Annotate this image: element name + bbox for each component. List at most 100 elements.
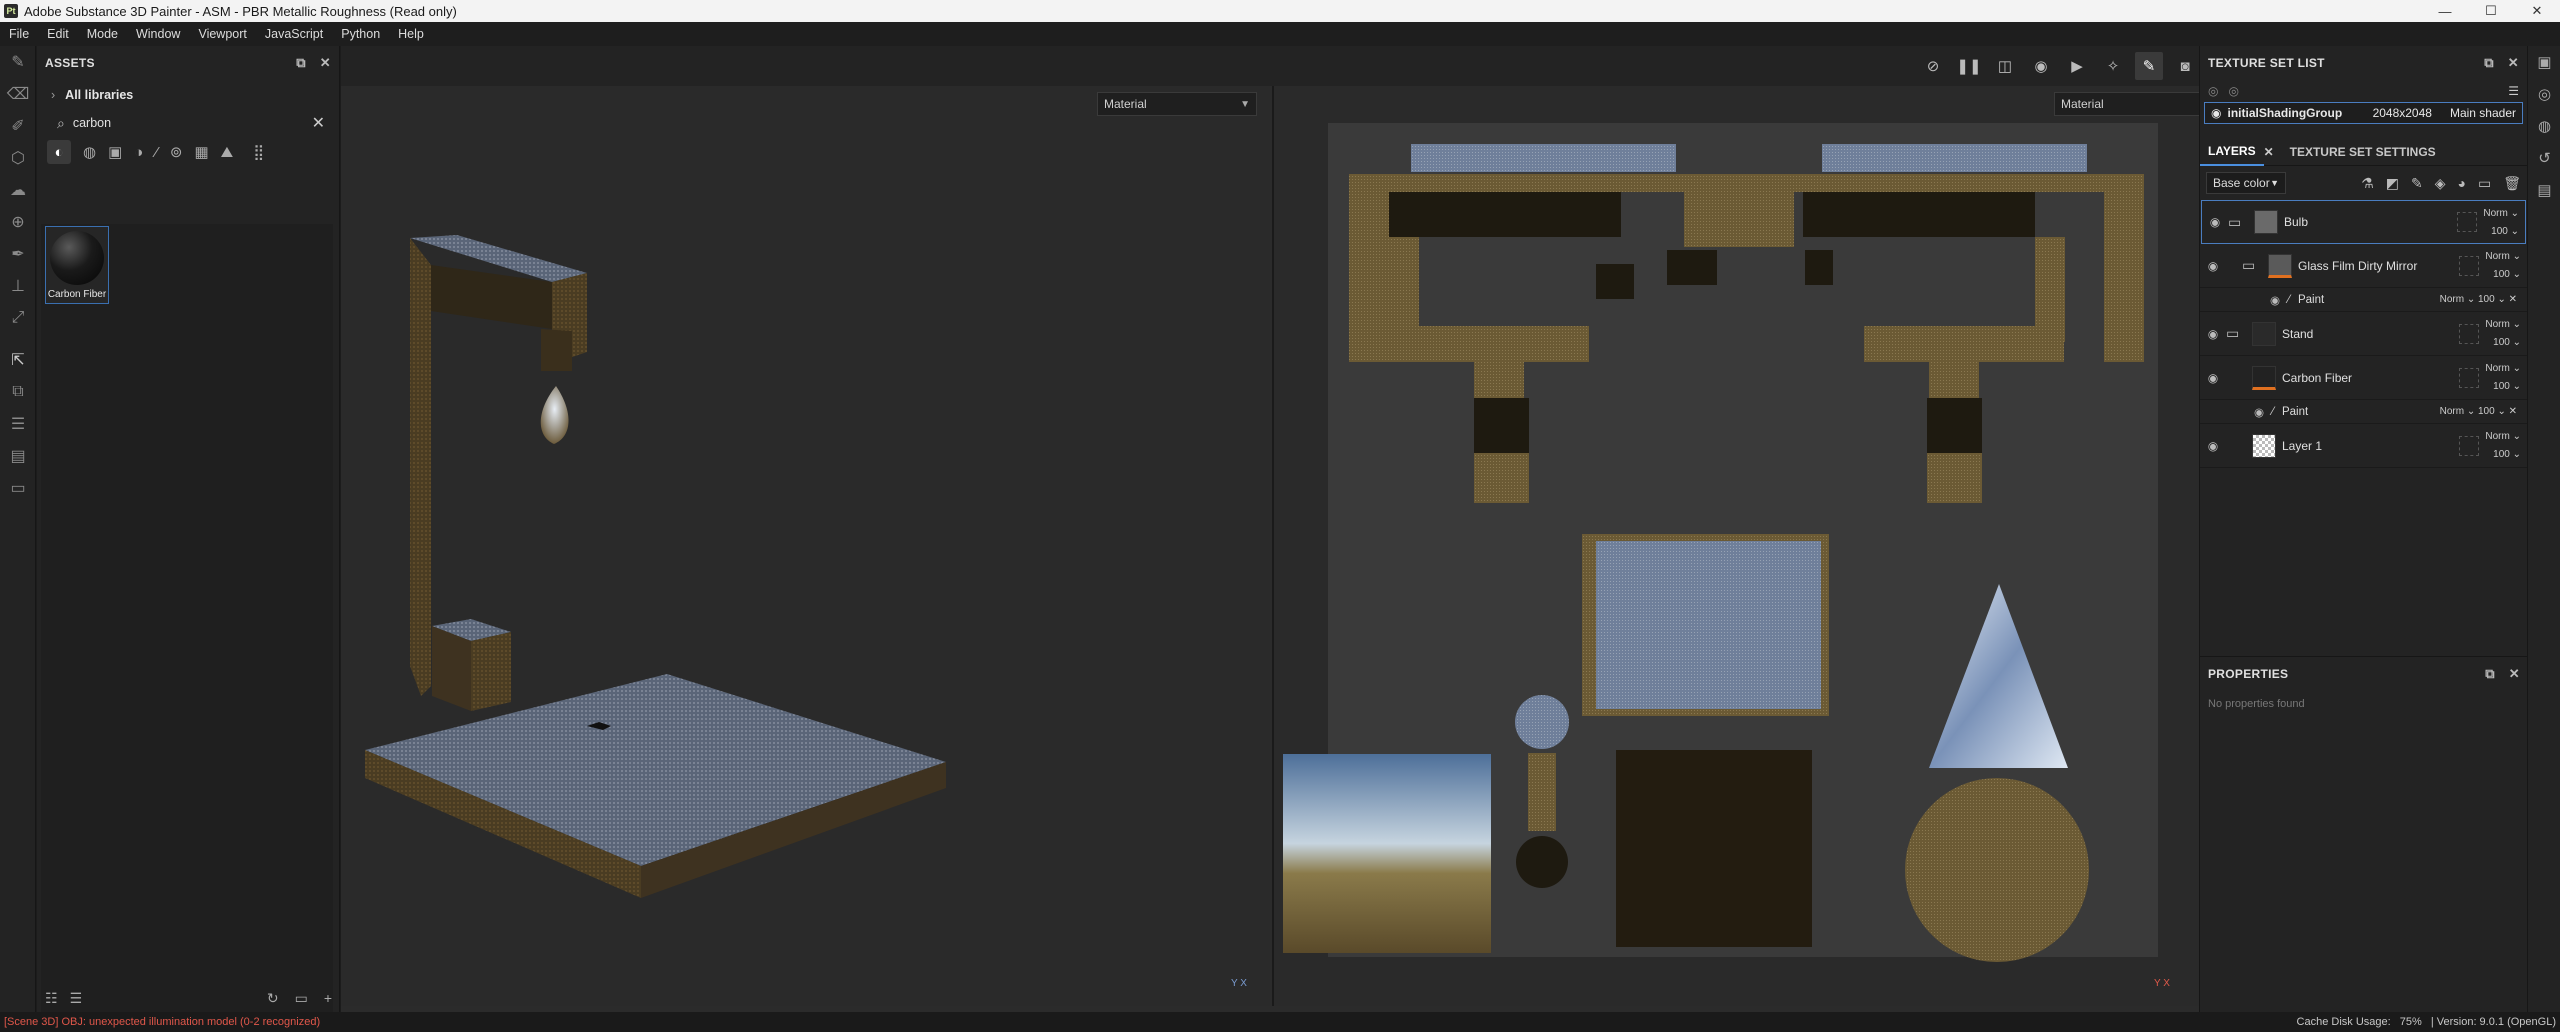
float-panel-icon[interactable]: ⧉ — [296, 55, 306, 71]
shader-settings-icon[interactable]: ▤ — [0, 440, 36, 472]
log-icon[interactable]: ▤ — [2528, 174, 2560, 206]
camera-icon[interactable]: ▶ — [2063, 52, 2091, 80]
close-panel-icon[interactable]: ✕ — [2508, 55, 2519, 71]
view-2d-mode-dropdown[interactable]: Material ▼ — [2054, 92, 2214, 116]
filter-materials-icon[interactable]: ◐ — [47, 140, 71, 164]
properties-icon[interactable]: ◍ — [2528, 110, 2560, 142]
layer-blend[interactable]: Norm ⌄ 100 ⌄ — [2485, 428, 2521, 464]
render-icon[interactable]: ◉ — [2027, 52, 2055, 80]
layer-mask[interactable] — [2459, 367, 2479, 388]
hide-ui-icon[interactable]: ⊘ — [1919, 52, 1947, 80]
menu-window[interactable]: Window — [127, 27, 189, 41]
export-icon[interactable]: ⇱ — [0, 344, 36, 376]
measure-icon[interactable]: ⤢ — [0, 302, 36, 334]
delete-layer-icon[interactable]: 🗑 — [2503, 175, 2521, 192]
refresh-icon[interactable]: ↻ — [267, 990, 279, 1007]
bake-icon[interactable]: ⧉ — [0, 376, 36, 408]
eye-icon[interactable]: ◉ — [2202, 215, 2228, 229]
eye-icon[interactable]: ◉ — [2200, 439, 2226, 453]
view-3d-mode-dropdown[interactable]: Material ▼ — [1097, 92, 1257, 116]
paint-brush-icon[interactable]: ✎ — [0, 46, 36, 78]
menu-file[interactable]: File — [0, 27, 38, 41]
clear-search-icon[interactable]: ✕ — [312, 113, 325, 133]
close-tab-icon[interactable]: ✕ — [2264, 145, 2274, 159]
eye-icon[interactable]: ◉ — [2211, 106, 2221, 120]
sort-icon[interactable]: ☷ — [45, 990, 58, 1007]
add-mask-icon[interactable]: ◩ — [2386, 175, 2399, 192]
filter-filters-icon[interactable]: ◑ — [134, 144, 143, 161]
float-panel-icon[interactable]: ⧉ — [2484, 55, 2494, 71]
sublayer-row-paint[interactable]: ◉ ⁄ Paint Norm ⌄ 100 ⌄ ✕ — [2200, 288, 2527, 312]
layer-row-stand[interactable]: ◉ ▭ Stand Norm ⌄ 100 ⌄ — [2200, 312, 2527, 356]
view-3d[interactable]: Material ▼ Y X — [341, 86, 1270, 1006]
sublayer-row-paint[interactable]: ◉ ⁄ Paint Norm ⌄ 100 ⌄ ✕ — [2200, 400, 2527, 424]
picker-icon[interactable]: ✒ — [0, 238, 36, 270]
filter-brushes-icon[interactable]: ⁄ — [155, 144, 158, 161]
geometry-mask-icon[interactable]: ⬡ — [0, 142, 36, 174]
layer-blend[interactable]: Norm ⌄ 100 ⌄ — [2485, 248, 2521, 284]
layer-blend[interactable]: Norm ⌄ 100 ⌄ — [2485, 360, 2521, 396]
texture-set-shader[interactable]: Main shader — [2450, 106, 2516, 120]
menu-python[interactable]: Python — [332, 27, 389, 41]
grid-view-icon[interactable]: ⣿ — [253, 143, 264, 161]
layer-row-layer-1[interactable]: ◉ Layer 1 Norm ⌄ 100 ⌄ — [2200, 424, 2527, 468]
menu-help[interactable]: Help — [389, 27, 433, 41]
maximize-button[interactable]: ☐ — [2468, 0, 2514, 22]
layer-blend[interactable]: Norm ⌄ 100 ⌄ — [2485, 316, 2521, 352]
add-effect-icon[interactable]: ⚗ — [2361, 175, 2374, 192]
history-icon[interactable]: ↺ — [2528, 142, 2560, 174]
list-icon[interactable]: ☰ — [70, 990, 83, 1007]
menu-viewport[interactable]: Viewport — [189, 27, 255, 41]
split-view-icon[interactable]: ◫ — [1991, 52, 2019, 80]
layer-row-glass[interactable]: ◉ ▭ Glass Film Dirty Mirror Norm ⌄ 100 ⌄ — [2200, 244, 2527, 288]
filter-alphas-icon[interactable]: ▦ — [194, 143, 208, 161]
filter-smart-materials-icon[interactable]: ◍ — [83, 143, 96, 161]
close-panel-icon[interactable]: ✕ — [2509, 666, 2520, 682]
eye-icon[interactable]: ◉ — [2270, 293, 2280, 307]
library-selector[interactable]: › All libraries — [37, 80, 339, 110]
search-input[interactable] — [72, 116, 293, 130]
close-button[interactable]: ✕ — [2514, 0, 2560, 22]
pause-icon[interactable]: ❚❚ — [1955, 52, 1983, 80]
library-icon[interactable]: ▭ — [0, 472, 36, 504]
tab-texture-set-settings[interactable]: TEXTURE SET SETTINGS — [2282, 138, 2444, 166]
minimize-button[interactable]: — — [2422, 0, 2468, 22]
layer-row-bulb[interactable]: ◉ ▭ Bulb Norm ⌄ 100 ⌄ — [2201, 200, 2526, 244]
eye-icon[interactable]: ◎ — [2228, 84, 2238, 98]
screenshot-icon[interactable]: ◙ — [2171, 52, 2199, 80]
eye-icon[interactable]: ◉ — [2200, 259, 2226, 273]
add-icon[interactable]: + — [324, 990, 332, 1007]
menu-icon[interactable]: ☰ — [2508, 84, 2519, 98]
eye-icon[interactable]: ◉ — [2200, 371, 2226, 385]
layer-mask[interactable] — [2457, 212, 2477, 232]
layer-row-carbon-fiber[interactable]: ◉ Carbon Fiber Norm ⌄ 100 ⌄ — [2200, 356, 2527, 400]
filter-environments-icon[interactable]: ⛰ — [221, 144, 234, 161]
tab-layers[interactable]: LAYERS — [2200, 138, 2264, 166]
close-panel-icon[interactable]: ✕ — [320, 55, 331, 71]
layer-blend[interactable]: Norm ⌄ 100 ⌄ ✕ — [2440, 294, 2517, 305]
smudge-icon[interactable]: ☁ — [0, 174, 36, 206]
filter-textures-icon[interactable]: ▣ — [108, 143, 122, 161]
display-settings-icon[interactable]: ☰ — [0, 408, 36, 440]
menu-edit[interactable]: Edit — [38, 27, 78, 41]
folder-icon[interactable]: ▭ — [295, 990, 308, 1007]
layers-icon[interactable]: ◎ — [2528, 78, 2560, 110]
texture-set-list-icon[interactable]: ▣ — [2528, 46, 2560, 78]
projection-icon[interactable]: ✐ — [0, 110, 36, 142]
layer-blend[interactable]: Norm ⌄ 100 ⌄ — [2483, 205, 2519, 241]
eraser-icon[interactable]: ⌫ — [0, 78, 36, 110]
add-folder-icon[interactable]: ▭ — [2478, 175, 2491, 192]
menu-javascript[interactable]: JavaScript — [256, 27, 332, 41]
menu-mode[interactable]: Mode — [78, 27, 127, 41]
filter-particles-icon[interactable]: ⊚ — [170, 143, 183, 161]
view-2d[interactable]: Material ▼ — [1272, 86, 2214, 1006]
layer-mask[interactable] — [2459, 435, 2479, 456]
asset-tile[interactable]: Carbon Fiber — [45, 226, 109, 304]
paint-mode-icon[interactable]: ✎ — [2135, 52, 2163, 80]
eye-icon[interactable]: ◉ — [2254, 405, 2264, 419]
stamp-icon[interactable]: ⊥ — [0, 270, 36, 302]
eye-icon[interactable]: ◎ — [2208, 84, 2218, 98]
iray-icon[interactable]: ✧ — [2099, 52, 2127, 80]
float-panel-icon[interactable]: ⧉ — [2485, 666, 2495, 682]
add-smart-material-icon[interactable]: ◕ — [2458, 175, 2466, 192]
